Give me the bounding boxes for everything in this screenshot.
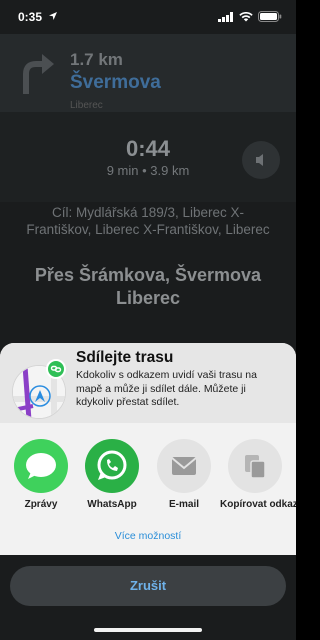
- battery-icon: [258, 11, 282, 22]
- destination-address: Cíl: Mydlářská 189/3, Liberec X-Františk…: [26, 205, 270, 237]
- wifi-icon: [239, 11, 253, 21]
- copy-app-icon: [228, 439, 282, 493]
- status-bar: 0:35: [0, 0, 296, 34]
- turn-street: Švermova: [70, 72, 161, 93]
- link-badge-icon: [46, 359, 66, 379]
- turn-distance: 1.7 km: [70, 50, 123, 69]
- share-label: E-mail: [168, 499, 199, 510]
- share-email[interactable]: E-mail: [149, 439, 219, 510]
- screen: 0:35 1.7 km Švermova Liberec 0:44 9 min …: [0, 0, 296, 640]
- whatsapp-app-icon: [85, 439, 139, 493]
- turn-right-icon: [23, 54, 54, 94]
- share-label: Kopírovat odkaz: [220, 499, 296, 510]
- messages-app-icon: [14, 439, 68, 493]
- share-label: WhatsApp: [87, 499, 137, 510]
- speaker-icon: [256, 154, 263, 166]
- share-apps-row: Zprávy WhatsApp E-mail Kopírovat odkaz: [0, 439, 296, 519]
- share-sheet: Sdílejte trasu Kdokoliv s odkazem uvidí …: [0, 343, 296, 555]
- share-messages[interactable]: Zprávy: [6, 439, 76, 510]
- share-whatsapp[interactable]: WhatsApp: [77, 439, 147, 510]
- cancel-button[interactable]: Zrušit: [10, 566, 286, 606]
- share-sheet-description: Kdokoliv s odkazem uvidí vaši trasu na m…: [76, 369, 257, 408]
- share-sheet-header: Sdílejte trasu Kdokoliv s odkazem uvidí …: [0, 343, 296, 423]
- email-app-icon: [157, 439, 211, 493]
- location-arrow-icon: [49, 12, 57, 20]
- status-time: 0:35: [18, 10, 43, 24]
- turn-city: Liberec: [70, 100, 103, 111]
- route-via: Přes Šrámkova, Švermova Liberec: [34, 265, 262, 308]
- share-copy-link[interactable]: Kopírovat odkaz: [220, 439, 296, 510]
- navigation-banner: 1.7 km Švermova Liberec: [0, 34, 296, 112]
- volume-button[interactable]: [242, 141, 280, 179]
- share-sheet-title: Sdílejte trasu: [76, 349, 174, 366]
- status-indicators: [218, 11, 282, 22]
- home-indicator: [94, 628, 202, 632]
- cellular-signal-icon: [218, 11, 233, 22]
- more-options-link[interactable]: Více možností: [0, 530, 296, 542]
- share-label: Zprávy: [24, 499, 58, 510]
